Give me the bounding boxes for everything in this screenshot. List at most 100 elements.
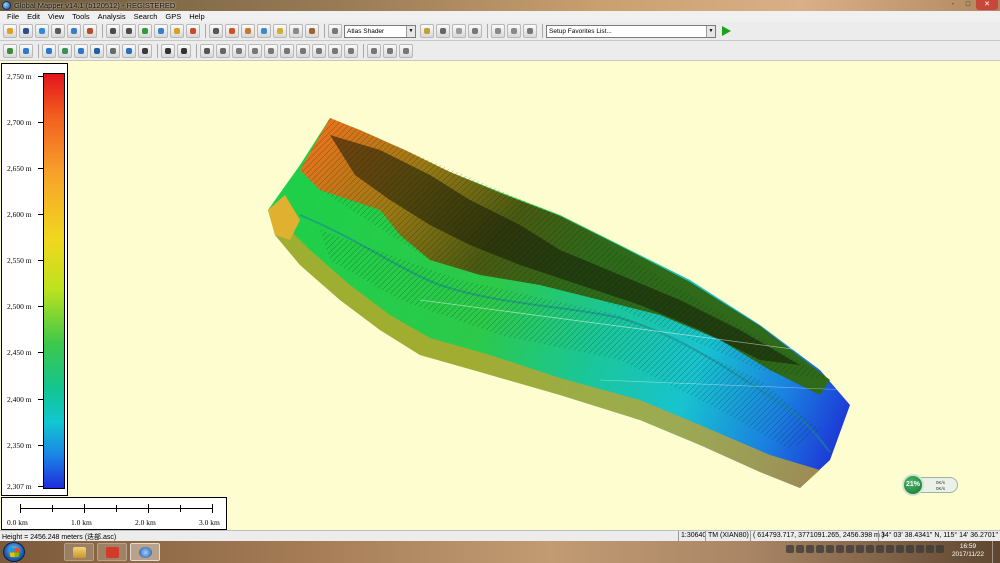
map-view[interactable]: 2,750 m 2,700 m 2,650 m 2,600 m 2,550 m …: [0, 62, 1000, 530]
slope-icon[interactable]: [161, 43, 175, 58]
shader-options-icon[interactable]: [436, 24, 450, 38]
legend-tick: [38, 399, 43, 400]
minimize-button[interactable]: -: [946, 0, 960, 10]
legend-tick-label: 2,700 m: [7, 118, 32, 127]
aspect-icon[interactable]: [177, 43, 191, 58]
digitizer-icon[interactable]: [225, 24, 239, 38]
globe-icon[interactable]: [35, 24, 49, 38]
taskbar-global-mapper[interactable]: [130, 543, 160, 561]
upload-speed: 0K/s: [936, 480, 946, 485]
feature-a-icon[interactable]: [232, 43, 246, 58]
terrain-analysis-icon[interactable]: [42, 43, 56, 58]
tray-icon[interactable]: [856, 545, 864, 553]
zoom-out-icon[interactable]: [122, 24, 136, 38]
zoom-in-icon[interactable]: [106, 24, 120, 38]
lidar-icon[interactable]: [74, 43, 88, 58]
lighting-icon[interactable]: [328, 24, 342, 38]
tray-icon[interactable]: [846, 545, 854, 553]
tray-icon[interactable]: [796, 545, 804, 553]
favorites-select[interactable]: Setup Favorites List... ▼: [546, 24, 716, 38]
close-button[interactable]: ✕: [976, 0, 998, 10]
global-mapper-icon: [139, 547, 152, 558]
cut-fill-icon[interactable]: [106, 43, 120, 58]
clock[interactable]: 16:59 2017/11/22: [952, 543, 984, 559]
layer-tool-icon[interactable]: [216, 43, 230, 58]
draw-icon[interactable]: [83, 24, 97, 38]
feature-i-icon[interactable]: [367, 43, 381, 58]
gps-track-icon[interactable]: [507, 24, 521, 38]
run-favorite-button[interactable]: [720, 25, 732, 37]
save-icon[interactable]: [19, 24, 33, 38]
tray-icon[interactable]: [876, 545, 884, 553]
feature-b-icon[interactable]: [248, 43, 262, 58]
menu-search[interactable]: Search: [130, 12, 162, 21]
tray-icon[interactable]: [826, 545, 834, 553]
shader-toggle-icon[interactable]: [420, 24, 434, 38]
menu-gps[interactable]: GPS: [161, 12, 185, 21]
zoom-full-icon[interactable]: [138, 24, 152, 38]
scale-tick: [52, 505, 53, 512]
tray-icon[interactable]: [886, 545, 894, 553]
clip-icon[interactable]: [468, 24, 482, 38]
menu-file[interactable]: File: [3, 12, 23, 21]
tray-icon[interactable]: [836, 545, 844, 553]
scale-tick: [84, 504, 85, 513]
title-bar: Global Mapper v14.1 (b120512) - REGISTER…: [0, 0, 1000, 11]
feature-f-icon[interactable]: [312, 43, 326, 58]
legend-tick: [38, 214, 43, 215]
3d-view-icon[interactable]: [305, 24, 319, 38]
watershed-icon[interactable]: [19, 43, 33, 58]
clock-time: 16:59: [959, 543, 977, 550]
path-profile-icon[interactable]: [273, 24, 287, 38]
overlay-control-icon[interactable]: [67, 24, 81, 38]
home-icon[interactable]: [186, 24, 200, 38]
hillshade-icon[interactable]: [452, 24, 466, 38]
feature-k-icon[interactable]: [399, 43, 413, 58]
maximize-button[interactable]: □: [961, 0, 975, 10]
tray-icon[interactable]: [926, 545, 934, 553]
feature-h-icon[interactable]: [344, 43, 358, 58]
gps-vessel-icon[interactable]: [523, 24, 537, 38]
tray-icon[interactable]: [816, 545, 824, 553]
view-shed-icon[interactable]: [289, 24, 303, 38]
select-icon[interactable]: [209, 24, 223, 38]
menu-view[interactable]: View: [44, 12, 68, 21]
tray-icon[interactable]: [936, 545, 944, 553]
toolbar-separator: [542, 24, 543, 38]
grid-icon[interactable]: [58, 43, 72, 58]
tray-icon[interactable]: [906, 545, 914, 553]
feature-e-icon[interactable]: [296, 43, 310, 58]
mesh-icon[interactable]: [138, 43, 152, 58]
scale-label: 3.0 km: [199, 518, 220, 527]
menu-tools[interactable]: Tools: [68, 12, 94, 21]
tray-icon[interactable]: [806, 545, 814, 553]
tray-icon[interactable]: [896, 545, 904, 553]
contour-icon[interactable]: [3, 43, 17, 58]
menu-edit[interactable]: Edit: [23, 12, 44, 21]
menu-help[interactable]: Help: [185, 12, 208, 21]
tray-icon[interactable]: [786, 545, 794, 553]
gps-icon[interactable]: [491, 24, 505, 38]
config-icon[interactable]: [51, 24, 65, 38]
taskbar-explorer[interactable]: [64, 543, 94, 561]
tray-icon[interactable]: [916, 545, 924, 553]
open-folder-icon[interactable]: [3, 24, 17, 38]
zoom-layer-icon[interactable]: [154, 24, 168, 38]
feature-j-icon[interactable]: [383, 43, 397, 58]
elevation-grid-icon[interactable]: [122, 43, 136, 58]
menu-analysis[interactable]: Analysis: [94, 12, 130, 21]
network-speed-widget[interactable]: 21% 0K/s 0K/s: [902, 474, 958, 496]
feature-info-icon[interactable]: [257, 24, 271, 38]
taskbar-foxit[interactable]: [97, 543, 127, 561]
feature-c-icon[interactable]: [264, 43, 278, 58]
combine-icon[interactable]: [200, 43, 214, 58]
measure-volume-icon[interactable]: [90, 43, 104, 58]
feature-d-icon[interactable]: [280, 43, 294, 58]
show-desktop-button[interactable]: [992, 541, 1000, 563]
shader-select[interactable]: Atlas Shader ▼: [344, 24, 416, 38]
start-button[interactable]: [3, 542, 25, 562]
feature-g-icon[interactable]: [328, 43, 342, 58]
pan-icon[interactable]: [170, 24, 184, 38]
tray-icon[interactable]: [866, 545, 874, 553]
measure-icon[interactable]: [241, 24, 255, 38]
